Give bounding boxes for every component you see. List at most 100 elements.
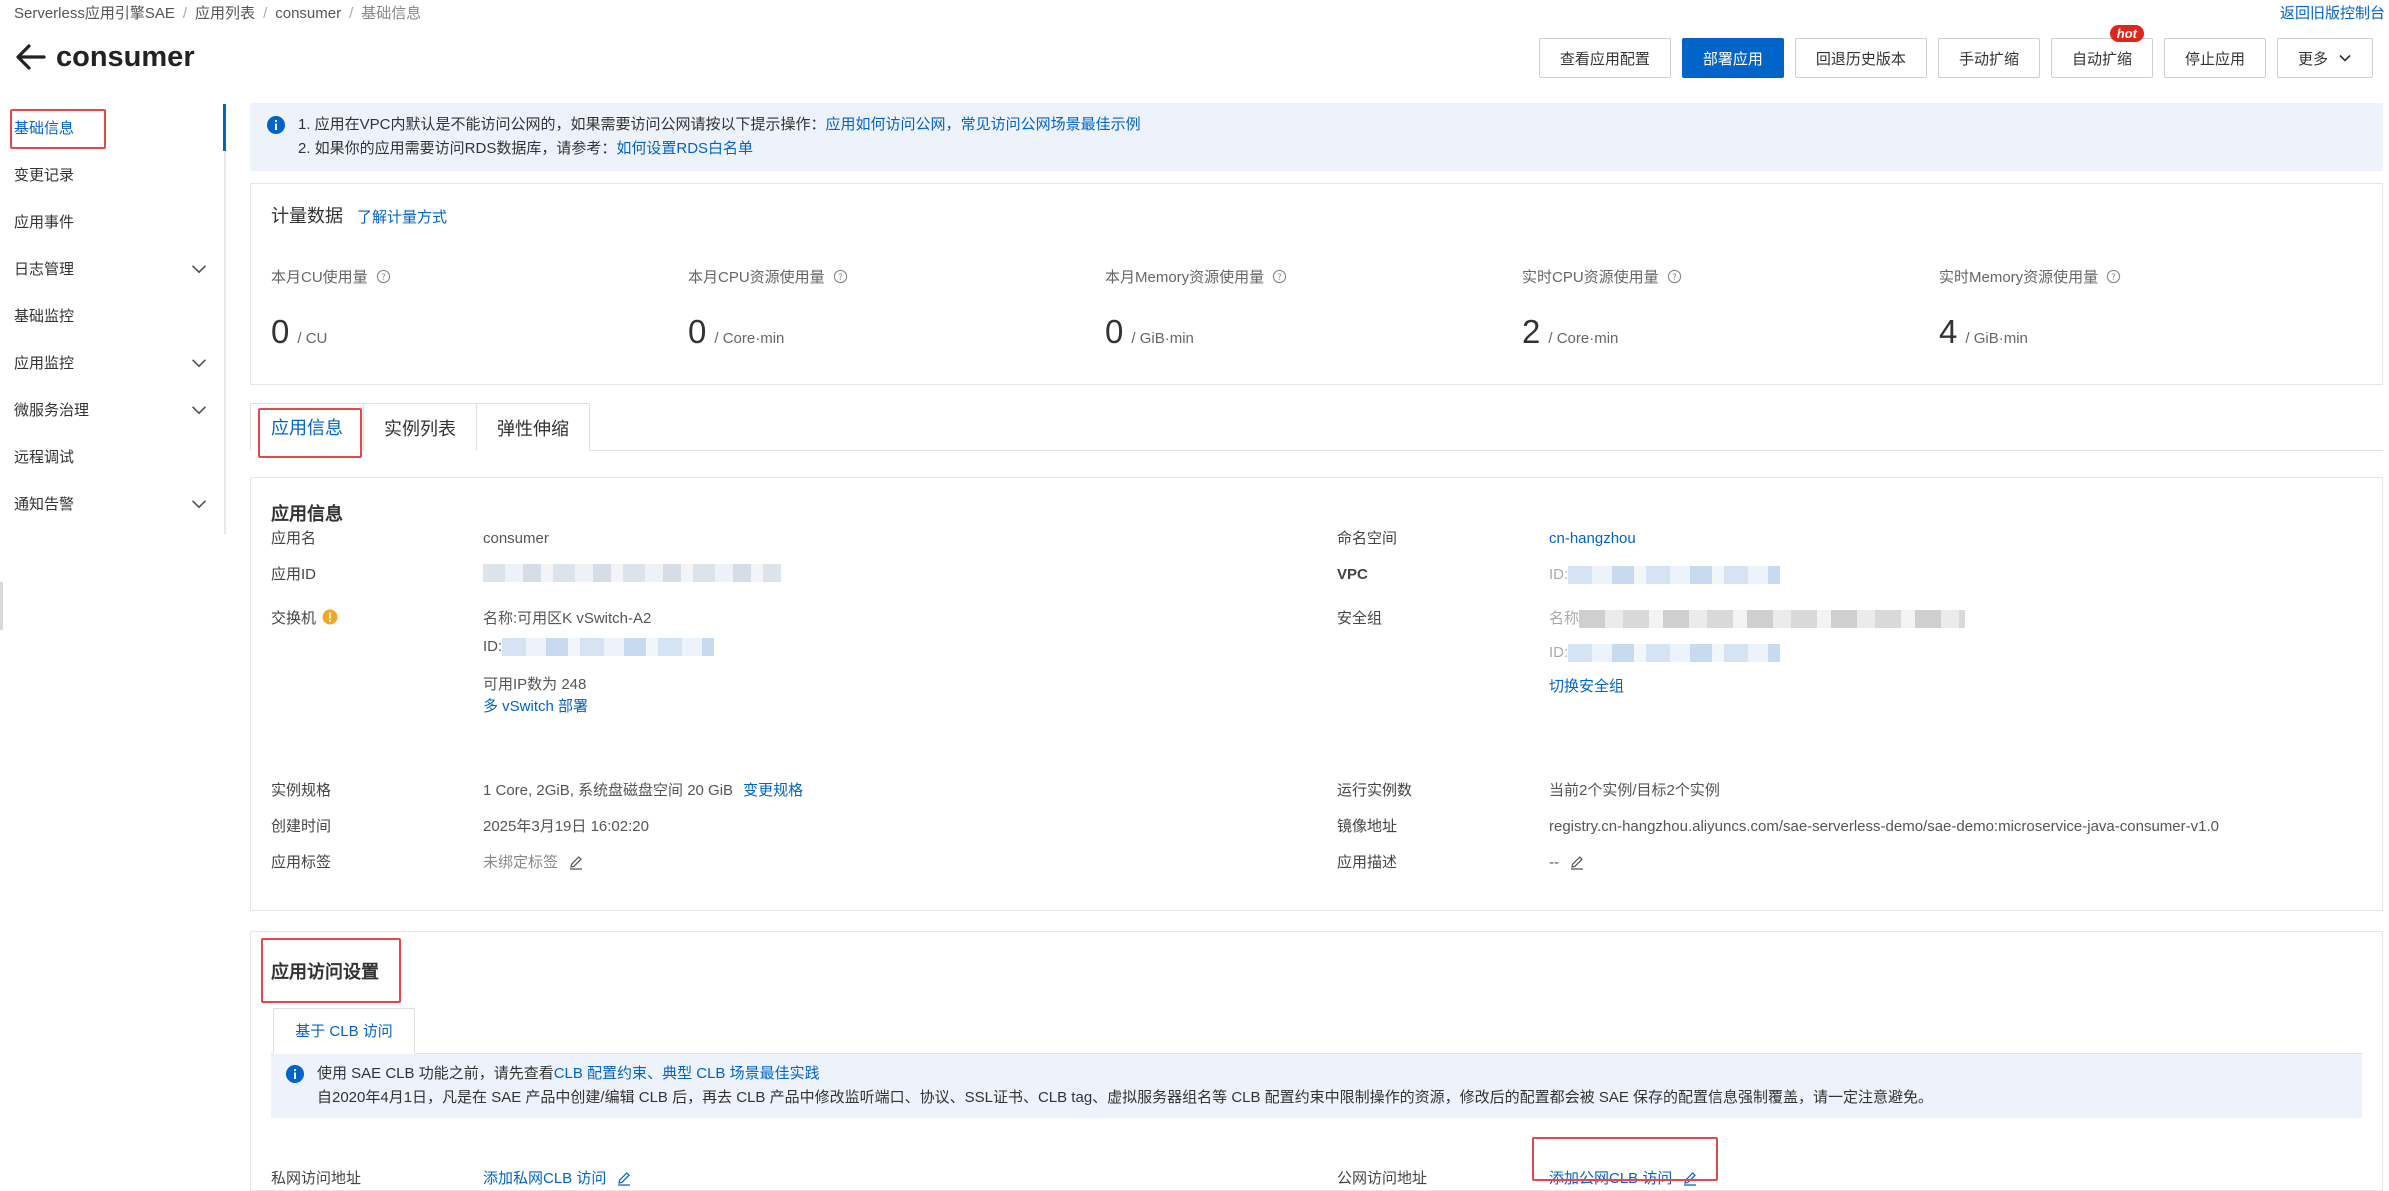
field-label: 交换机 (271, 610, 317, 627)
breadcrumb-separator: / (263, 5, 268, 22)
vpc-notice: 1. 应用在VPC内默认是不能访问公网的，如果需要访问公网请按以下提示操作：应用… (250, 103, 2383, 171)
clb-notice: 使用 SAE CLB 功能之前，请先查看CLB 配置约束、典型 CLB 场景最佳… (271, 1054, 2362, 1118)
help-icon[interactable]: ? (833, 269, 848, 284)
tab-app-info[interactable]: 应用信息 (250, 403, 364, 451)
svg-text:?: ? (838, 272, 842, 282)
metrics-panel: 计量数据 了解计量方式 本月CU使用量? 0 / CU 本月CPU资源使用量? 0 /… (250, 183, 2383, 385)
sidebar-item-app-monitoring[interactable]: 应用监控 (0, 339, 224, 386)
help-icon[interactable]: ? (376, 269, 391, 284)
metric-label: 本月Memory资源使用量 (1105, 269, 1265, 286)
metric-cpu-realtime: 实时CPU资源使用量? 2 / Core·min (1522, 266, 1939, 351)
edit-icon[interactable] (1569, 854, 1585, 870)
field-label: 私网访问地址 (271, 1170, 362, 1187)
breadcrumb-current: 基础信息 (361, 5, 422, 22)
change-spec-link[interactable]: 变更规格 (743, 782, 803, 799)
metric-memory-month: 本月Memory资源使用量? 0 / GiB·min (1105, 266, 1522, 351)
vpc-id-prefix: ID: (1549, 566, 1569, 583)
add-public-clb-link[interactable]: 添加公网CLB 访问 (1549, 1170, 1672, 1187)
chevron-down-icon (191, 264, 207, 273)
sidebar-item-remote-debug[interactable]: 远程调试 (0, 433, 224, 480)
return-old-console-link[interactable]: 返回旧版控制台 (2280, 2, 2385, 23)
learn-metering-link[interactable]: 了解计量方式 (357, 209, 447, 226)
sidebar-item-label: 应用监控 (14, 355, 75, 372)
description-value: -- (1549, 854, 1559, 871)
internet-best-practice-link[interactable]: 常见访问公网场景最佳示例 (961, 116, 1141, 133)
more-dropdown[interactable]: 更多 (2276, 38, 2373, 78)
view-config-button[interactable]: 查看应用配置 (1538, 38, 1671, 78)
field-label: 镜像地址 (1337, 818, 1398, 835)
clb-constraints-link[interactable]: CLB 配置约束 (554, 1065, 647, 1082)
warning-icon[interactable] (322, 609, 338, 625)
field-label: 应用名 (271, 530, 317, 547)
sidebar-item-label: 微服务治理 (14, 402, 90, 419)
vswitch-available-ip: 可用IP数为 248 (483, 676, 587, 693)
field-label: 命名空间 (1337, 530, 1398, 547)
sidebar-item-log-management[interactable]: 日志管理 (0, 245, 224, 292)
chevron-down-icon (2339, 54, 2351, 62)
metric-label: 本月CPU资源使用量 (688, 269, 825, 286)
field-label: VPC (1337, 566, 1368, 583)
sidebar-item-microservice-governance[interactable]: 微服务治理 (0, 386, 224, 433)
chevron-down-icon (191, 358, 207, 367)
field-label: 应用描述 (1337, 854, 1398, 871)
deploy-button[interactable]: 部署应用 (1681, 38, 1784, 78)
svg-text:?: ? (1277, 272, 1281, 282)
notice-text: 1. 应用在VPC内默认是不能访问公网的，如果需要访问公网请按以下提示操作： (298, 116, 826, 133)
namespace-link[interactable]: cn-hangzhou (1549, 528, 1636, 550)
manual-scale-button[interactable]: 手动扩缩 (1937, 38, 2040, 78)
tab-clb-access[interactable]: 基于 CLB 访问 (273, 1008, 415, 1054)
help-icon[interactable]: ? (2106, 269, 2121, 284)
more-label: 更多 (2297, 50, 2328, 68)
field-label: 公网访问地址 (1337, 1170, 1428, 1187)
add-private-clb-link[interactable]: 添加私网CLB 访问 (483, 1170, 606, 1187)
sidebar-item-change-records[interactable]: 变更记录 (0, 151, 224, 198)
breadcrumb-item-app-list[interactable]: 应用列表 (195, 5, 255, 22)
edit-icon[interactable] (568, 854, 584, 870)
auto-scale-label: 自动扩缩 (2071, 50, 2132, 68)
field-label: 应用ID (271, 566, 317, 583)
page-header: consumer (14, 40, 195, 74)
sidebar-item-alerts[interactable]: 通知告警 (0, 480, 224, 527)
svg-text:?: ? (381, 272, 385, 282)
vswitch-id-prefix: ID: (483, 638, 503, 655)
auto-scale-button[interactable]: 自动扩缩 hot (2050, 25, 2153, 78)
field-label: 应用标签 (271, 854, 332, 871)
sidebar-item-basic-info[interactable]: 基础信息 (0, 104, 224, 151)
switch-security-group-link[interactable]: 切换安全组 (1549, 678, 1624, 695)
side-handle[interactable] (0, 582, 3, 630)
multi-vswitch-link[interactable]: 多 vSwitch 部署 (483, 698, 588, 715)
metric-unit: / CU (297, 330, 328, 347)
tab-instance-list[interactable]: 实例列表 (363, 403, 477, 451)
breadcrumb: Serverless应用引擎SAE / 应用列表 / consumer / 基础信息 (14, 2, 421, 23)
back-arrow-icon[interactable] (14, 40, 48, 74)
sidebar-item-basic-monitoring[interactable]: 基础监控 (0, 292, 224, 339)
clb-best-practice-link[interactable]: 典型 CLB 场景最佳实践 (662, 1065, 820, 1082)
breadcrumb-item-app[interactable]: consumer (275, 5, 341, 22)
rollback-button[interactable]: 回退历史版本 (1794, 38, 1927, 78)
spec-value: 1 Core, 2GiB, 系统盘磁盘空间 20 GiB (483, 782, 734, 799)
tab-autoscaling[interactable]: 弹性伸缩 (476, 403, 590, 451)
breadcrumb-item-sae[interactable]: Serverless应用引擎SAE (14, 5, 175, 22)
field-label: 运行实例数 (1337, 782, 1413, 799)
internet-access-link[interactable]: 应用如何访问公网 (826, 116, 946, 133)
sidebar-item-app-events[interactable]: 应用事件 (0, 198, 224, 245)
sidebar-item-label: 通知告警 (14, 496, 75, 513)
metric-value: 4 (1939, 313, 1958, 350)
vswitch-info: 名称:可用区K vSwitch-A2 ID: 可用IP数为 248 多 vSwi… (483, 608, 715, 718)
detail-tabs: 应用信息 实例列表 弹性伸缩 (250, 403, 2383, 451)
sidebar-item-label: 基础信息 (14, 120, 75, 137)
stop-button[interactable]: 停止应用 (2163, 38, 2266, 78)
page-title: consumer (56, 40, 195, 73)
rds-whitelist-link[interactable]: 如何设置RDS白名单 (616, 140, 753, 157)
metric-unit: / GiB·min (1131, 330, 1194, 347)
sg-name-prefix: 名称 (1549, 610, 1580, 627)
created-time-value: 2025年3月19日 16:02:20 (483, 818, 649, 835)
section-title: 应用信息 (271, 504, 343, 524)
help-icon[interactable]: ? (1272, 269, 1287, 284)
metric-label: 实时CPU资源使用量 (1522, 269, 1659, 286)
main-content: 1. 应用在VPC内默认是不能访问公网的，如果需要访问公网请按以下提示操作：应用… (250, 103, 2383, 1191)
help-icon[interactable]: ? (1667, 269, 1682, 284)
metric-unit: / Core·min (1548, 330, 1619, 347)
image-address-value: registry.cn-hangzhou.aliyuncs.com/sae-se… (1549, 818, 2219, 835)
notice-separator: 、 (647, 1065, 663, 1082)
